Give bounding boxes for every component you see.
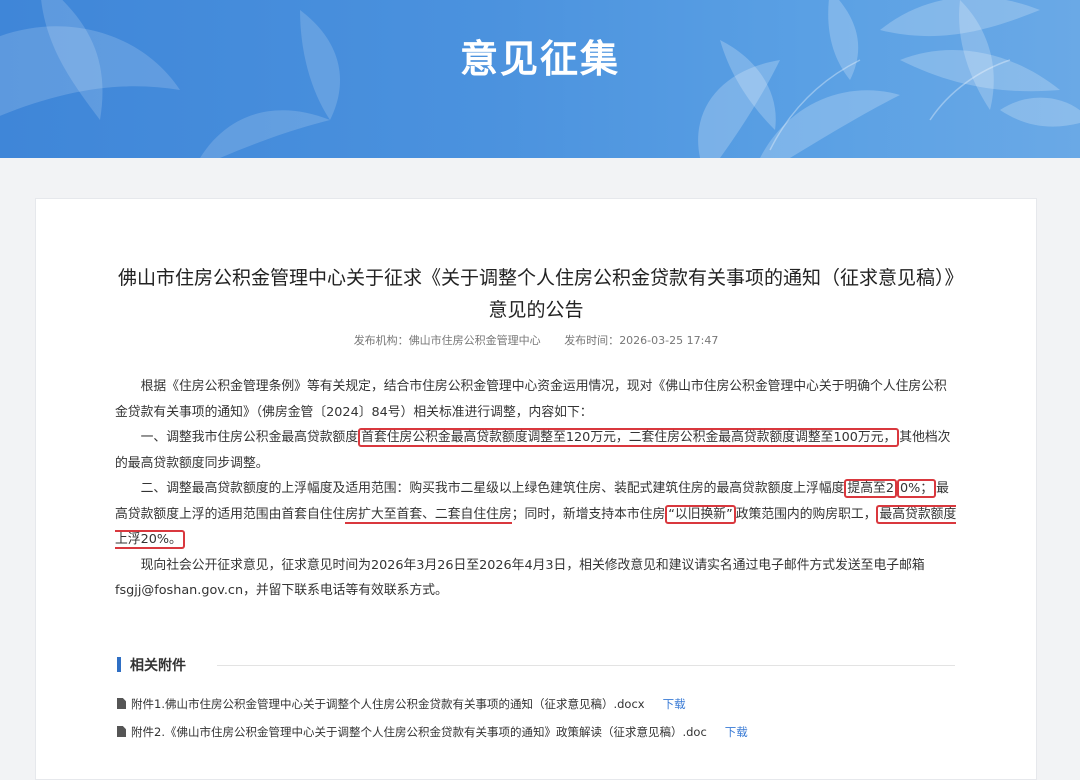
article-meta: 发布机构：佛山市住房公积金管理中心 发布时间：2026-03-25 17:47 xyxy=(36,332,1036,348)
highlight-underline: 房扩大至首套、二套自住住房 xyxy=(345,506,512,524)
paragraph-notice: 现向社会公开征求意见，征求意见时间为2026年3月26日至2026年4月3日，相… xyxy=(115,557,925,599)
document-icon xyxy=(117,726,126,737)
download-link[interactable]: 下载 xyxy=(663,697,686,711)
attachment-name: 附件2.《佛山市住房公积金管理中心关于调整个人住房公积金贷款有关事项的通知》政策… xyxy=(131,725,707,739)
publish-time: 2026-03-25 17:47 xyxy=(619,334,719,347)
attachments-heading: 相关附件 xyxy=(117,655,955,675)
publisher-name: 佛山市住房公积金管理中心 xyxy=(408,334,541,347)
header-banner: 意见征集 xyxy=(0,0,1080,158)
paragraph-intro: 根据《住房公积金管理条例》等有关规定，结合市住房公积金管理中心资金运用情况，现对… xyxy=(115,379,947,420)
publish-time-info: 发布时间：2026-03-25 17:47 xyxy=(564,334,719,347)
paragraph-item-1: 一、调整我市住房公积金最高贷款额度 首套住房公积金最高贷款额度调整至120万元，二… xyxy=(115,428,951,471)
article-card: 佛山市住房公积金管理中心关于征求《关于调整个人住房公积金贷款有关事项的通知（征求… xyxy=(35,198,1037,780)
paragraph-item-2: 二、调整最高贷款额度的上浮幅度及适用范围：购买我市二星级以上绿色建筑住房、装配式… xyxy=(115,479,957,549)
attachment-item: 附件2.《佛山市住房公积金管理中心关于调整个人住房公积金贷款有关事项的通知》政策… xyxy=(117,724,748,740)
highlight-box: “以旧换新” xyxy=(665,504,736,524)
banner-title: 意见征集 xyxy=(459,37,620,81)
section-marker xyxy=(117,657,121,672)
section-divider xyxy=(217,665,955,666)
attachments-title: 相关附件 xyxy=(130,658,186,674)
article-body: 根据《住房公积金管理条例》等有关规定，结合市住房公积金管理中心资金运用情况，现对… xyxy=(115,374,957,604)
highlight-box: 提高至2 xyxy=(844,479,897,498)
attachment-item: 附件1.佛山市住房公积金管理中心关于调整个人住房公积金贷款有关事项的通知（征求意… xyxy=(117,696,686,712)
document-icon xyxy=(117,698,126,709)
download-link[interactable]: 下载 xyxy=(725,725,748,739)
highlight-box: 0%； xyxy=(896,479,937,498)
article-title: 佛山市住房公积金管理中心关于征求《关于调整个人住房公积金贷款有关事项的通知（征求… xyxy=(117,267,954,321)
attachment-name: 附件1.佛山市住房公积金管理中心关于调整个人住房公积金贷款有关事项的通知（征求意… xyxy=(131,697,645,711)
publisher-info: 发布机构：佛山市住房公积金管理中心 xyxy=(353,334,541,347)
highlight-box: 首套住房公积金最高贷款额度调整至120万元，二套住房公积金最高贷款额度调整至10… xyxy=(358,428,900,447)
